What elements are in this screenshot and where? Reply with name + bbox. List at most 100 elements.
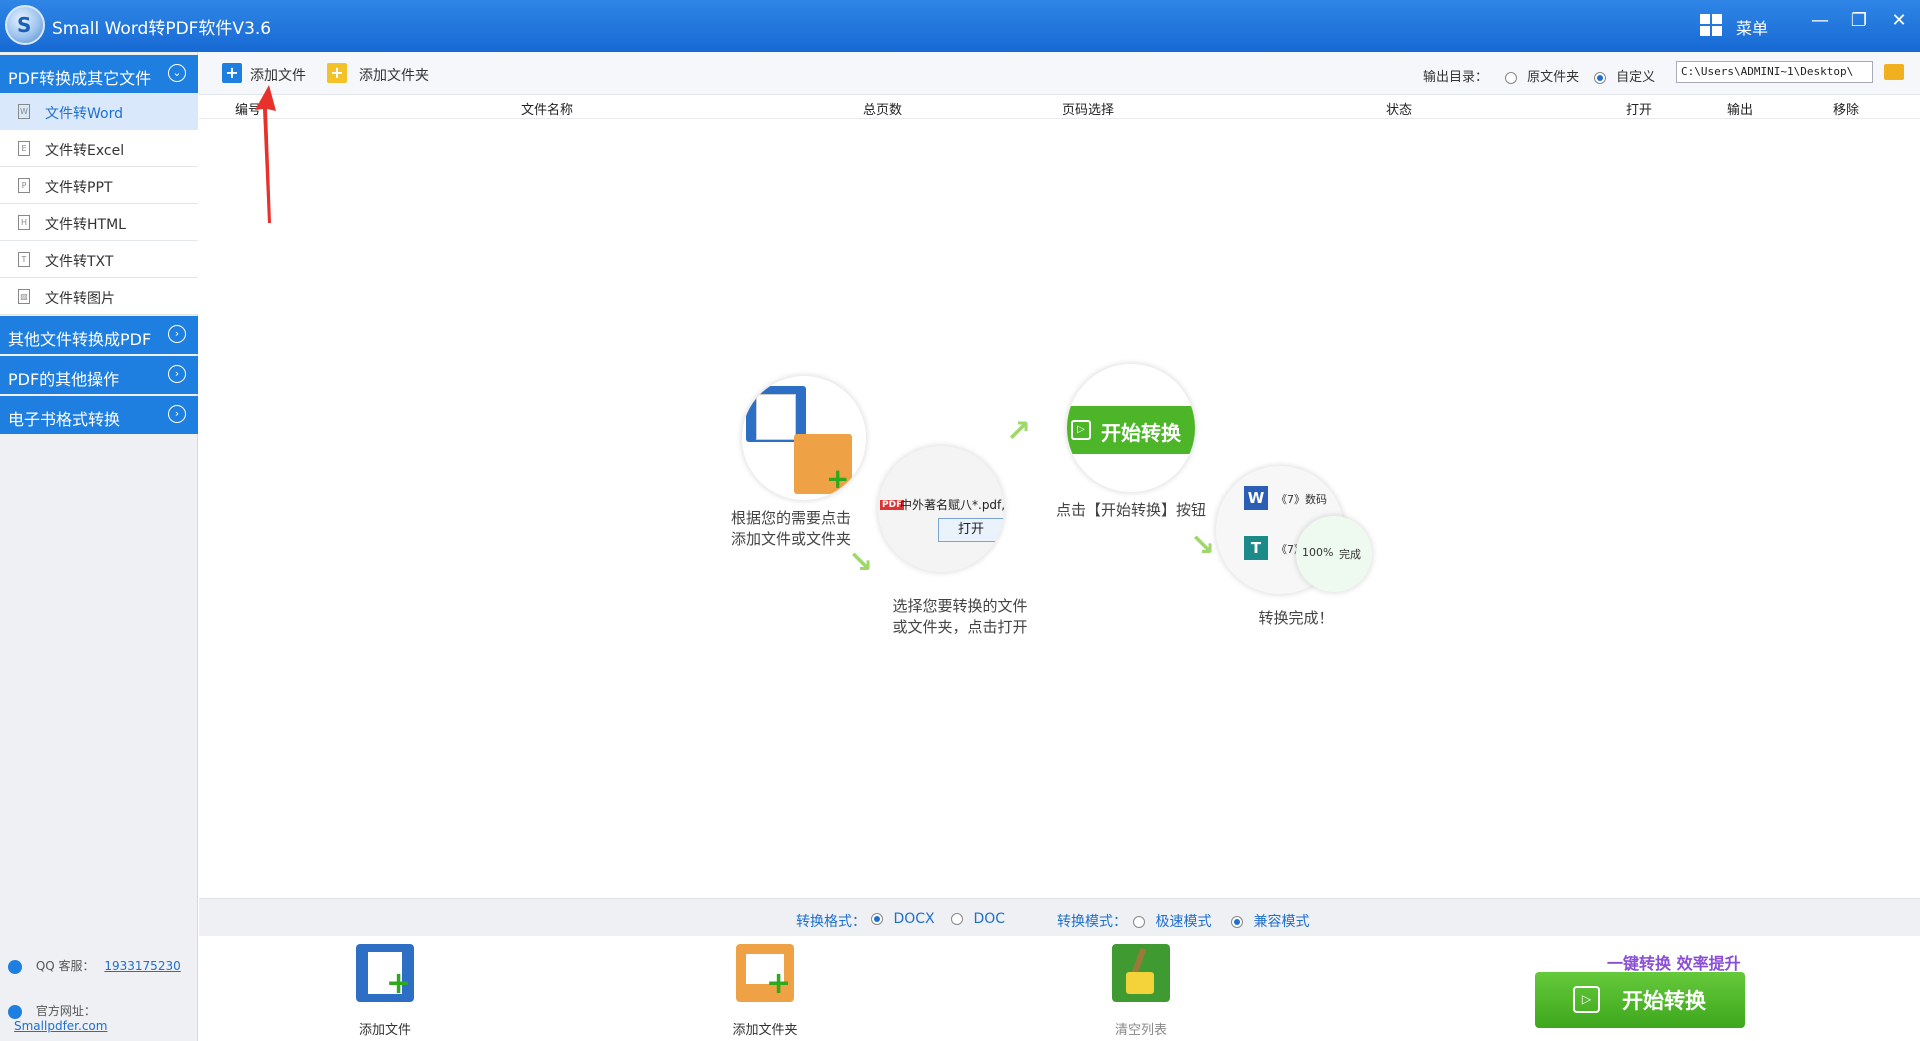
category-label: PDF转换成其它文件 bbox=[8, 69, 152, 88]
qq-link[interactable]: 1933175230 bbox=[104, 959, 180, 973]
bottom-add-folder-label: 添加文件夹 bbox=[732, 1023, 798, 1038]
step3-text: 点击【开始转换】按钮 bbox=[1055, 501, 1206, 519]
col-output: 输出 bbox=[1727, 103, 1754, 118]
bottom-add-folder-button[interactable]: + 添加文件夹 bbox=[720, 944, 810, 1039]
qq-label: QQ 客服： bbox=[35, 959, 95, 973]
step3-circle: ▷ 开始转换 bbox=[1067, 364, 1195, 492]
radio-label: 极速模式 bbox=[1155, 914, 1212, 930]
sidebar-item-label: 文件转PPT bbox=[45, 180, 113, 196]
add-file-button[interactable]: + 添加文件 bbox=[222, 63, 312, 85]
radio-icon bbox=[1505, 71, 1517, 84]
radio-label: 原文件夹 bbox=[1527, 70, 1580, 85]
red-arrow-annotation bbox=[255, 85, 276, 223]
close-button[interactable]: ✕ bbox=[1884, 8, 1914, 34]
browser-icon bbox=[8, 1004, 22, 1019]
output-custom-radio[interactable]: 自定义 bbox=[1594, 66, 1655, 85]
app-title: Small Word转PDF软件V3.6 bbox=[52, 19, 272, 39]
browse-folder-icon[interactable] bbox=[1884, 64, 1904, 80]
dialog-filename: 中外著名赋八*.pdf,*.. bbox=[900, 498, 1004, 512]
bottom-add-file-label: 添加文件 bbox=[358, 1023, 411, 1038]
chevron-down-icon: ⌄ bbox=[168, 64, 186, 82]
radio-selected-icon bbox=[1594, 71, 1606, 84]
step1-circle: + bbox=[742, 376, 866, 500]
mode-compat-radio[interactable]: 兼容模式 bbox=[1231, 911, 1309, 931]
minimize-button[interactable]: — bbox=[1805, 8, 1835, 34]
col-pages: 总页数 bbox=[863, 103, 903, 118]
radio-selected-icon bbox=[1231, 916, 1243, 928]
menu-button[interactable]: 菜单 bbox=[1700, 12, 1780, 40]
dialog-open-label: 打开 bbox=[957, 522, 984, 537]
image-file-icon: ▨ bbox=[18, 289, 30, 304]
col-remove: 移除 bbox=[1833, 103, 1860, 118]
category-other-to-pdf[interactable]: 其他文件转换成PDF › bbox=[0, 316, 198, 354]
excel-file-icon: E bbox=[18, 141, 30, 156]
radio-label: DOCX bbox=[893, 911, 935, 927]
bottom-action-bar: + 添加文件 + 添加文件夹 清空列表 一键转换 效率提升 ▷ 开始转换 bbox=[199, 936, 1920, 1041]
conversion-options: 转换格式： DOCX DOC 转换模式： 极速模式 兼容模式 bbox=[199, 898, 1920, 936]
category-pdf-to-other[interactable]: PDF转换成其它文件 ⌄ bbox=[0, 55, 198, 93]
output-path-field[interactable]: C:\Users\ADMINI~1\Desktop\ bbox=[1676, 61, 1873, 83]
radio-label: DOC bbox=[973, 911, 1006, 927]
mode-label: 转换模式： bbox=[1057, 914, 1127, 930]
radio-icon bbox=[951, 913, 963, 925]
step2-circle: PDF 中外著名赋八*.pdf,*.. 打开 bbox=[878, 446, 1004, 572]
sidebar-item-ppt[interactable]: P 文件转PPT bbox=[0, 167, 198, 204]
start-convert-label: 开始转换 bbox=[1622, 989, 1706, 1013]
radio-label: 自定义 bbox=[1616, 70, 1656, 85]
folder-plus-icon: + bbox=[327, 63, 347, 83]
plus-green-icon: + bbox=[826, 462, 850, 495]
word-result-icon: W bbox=[1244, 486, 1268, 510]
output-original-radio[interactable]: 原文件夹 bbox=[1505, 66, 1579, 85]
file-table-header: 编号 文件名称 总页数 页码选择 状态 打开 输出 移除 bbox=[199, 95, 1920, 119]
radio-icon bbox=[1133, 916, 1145, 928]
menu-label: 菜单 bbox=[1736, 19, 1769, 38]
grid-menu-icon bbox=[1700, 14, 1722, 36]
chevron-right-icon: › bbox=[168, 405, 186, 423]
add-folder-icon: + bbox=[736, 944, 794, 1002]
green-arrow-icon: ↘ bbox=[1190, 528, 1216, 563]
green-arrow-icon: ↘ bbox=[848, 545, 874, 580]
clear-list-button[interactable]: 清空列表 bbox=[1096, 944, 1186, 1039]
category-ebook[interactable]: 电子书格式转换 › bbox=[0, 396, 198, 434]
format-doc-radio[interactable]: DOC bbox=[951, 911, 1005, 927]
title-bar: S Small Word转PDF软件V3.6 菜单 — ❐ ✕ bbox=[0, 0, 1920, 52]
word-file-icon: W bbox=[18, 104, 30, 119]
start-convert-button[interactable]: ▷ 开始转换 bbox=[1535, 972, 1745, 1028]
category-pdf-other-ops[interactable]: PDF的其他操作 › bbox=[0, 356, 198, 394]
sidebar-item-txt[interactable]: T 文件转TXT bbox=[0, 241, 198, 278]
format-label: 转换格式： bbox=[796, 914, 866, 930]
sidebar-item-label: 文件转Word bbox=[45, 106, 123, 122]
col-open: 打开 bbox=[1626, 103, 1653, 118]
website: 官方网址： Smallpdfer.com bbox=[8, 1002, 197, 1033]
slogan: 一键转换 效率提升 bbox=[1607, 954, 1741, 973]
broom-icon bbox=[1112, 944, 1170, 1002]
col-status: 状态 bbox=[1386, 103, 1413, 118]
qq-support: QQ 客服： 1933175230 bbox=[8, 957, 181, 974]
col-filename: 文件名称 bbox=[521, 103, 574, 118]
add-folder-label: 添加文件夹 bbox=[359, 68, 429, 84]
toolbar: + 添加文件 + 添加文件夹 输出目录： 原文件夹 自定义 C:\Users\A… bbox=[199, 52, 1920, 95]
start-badge-label: 开始转换 bbox=[1101, 421, 1181, 445]
app-logo: S bbox=[5, 5, 45, 45]
add-folder-button[interactable]: + 添加文件夹 bbox=[327, 63, 437, 85]
step1-text: 根据您的需要点击 添加文件或文件夹 bbox=[730, 509, 851, 548]
clear-list-label: 清空列表 bbox=[1114, 1023, 1167, 1038]
format-docx-radio[interactable]: DOCX bbox=[871, 911, 935, 927]
progress-done-label: 完成 bbox=[1339, 548, 1361, 561]
sidebar-item-excel[interactable]: E 文件转Excel bbox=[0, 130, 198, 167]
sidebar-item-word[interactable]: W 文件转Word bbox=[0, 93, 198, 130]
plus-icon: + bbox=[222, 63, 242, 83]
dialog-open-button: 打开 bbox=[938, 518, 1004, 542]
txt-result-icon: T bbox=[1244, 536, 1268, 560]
restore-button[interactable]: ❐ bbox=[1844, 8, 1874, 34]
bottom-add-file-button[interactable]: + 添加文件 bbox=[340, 944, 430, 1039]
sidebar: PDF转换成其它文件 ⌄ W 文件转Word E 文件转Excel P 文件转P… bbox=[0, 52, 198, 1041]
app-window: S Small Word转PDF软件V3.6 菜单 — ❐ ✕ PDF转换成其它… bbox=[0, 0, 1920, 1041]
sidebar-item-html[interactable]: H 文件转HTML bbox=[0, 204, 198, 241]
qq-icon bbox=[8, 959, 22, 974]
step2-text: 选择您要转换的文件 或文件夹，点击打开 bbox=[892, 597, 1028, 636]
website-link[interactable]: Smallpdfer.com bbox=[14, 1019, 107, 1033]
col-page-select: 页码选择 bbox=[1062, 103, 1115, 118]
mode-fast-radio[interactable]: 极速模式 bbox=[1133, 911, 1211, 931]
sidebar-item-image[interactable]: ▨ 文件转图片 bbox=[0, 278, 198, 315]
